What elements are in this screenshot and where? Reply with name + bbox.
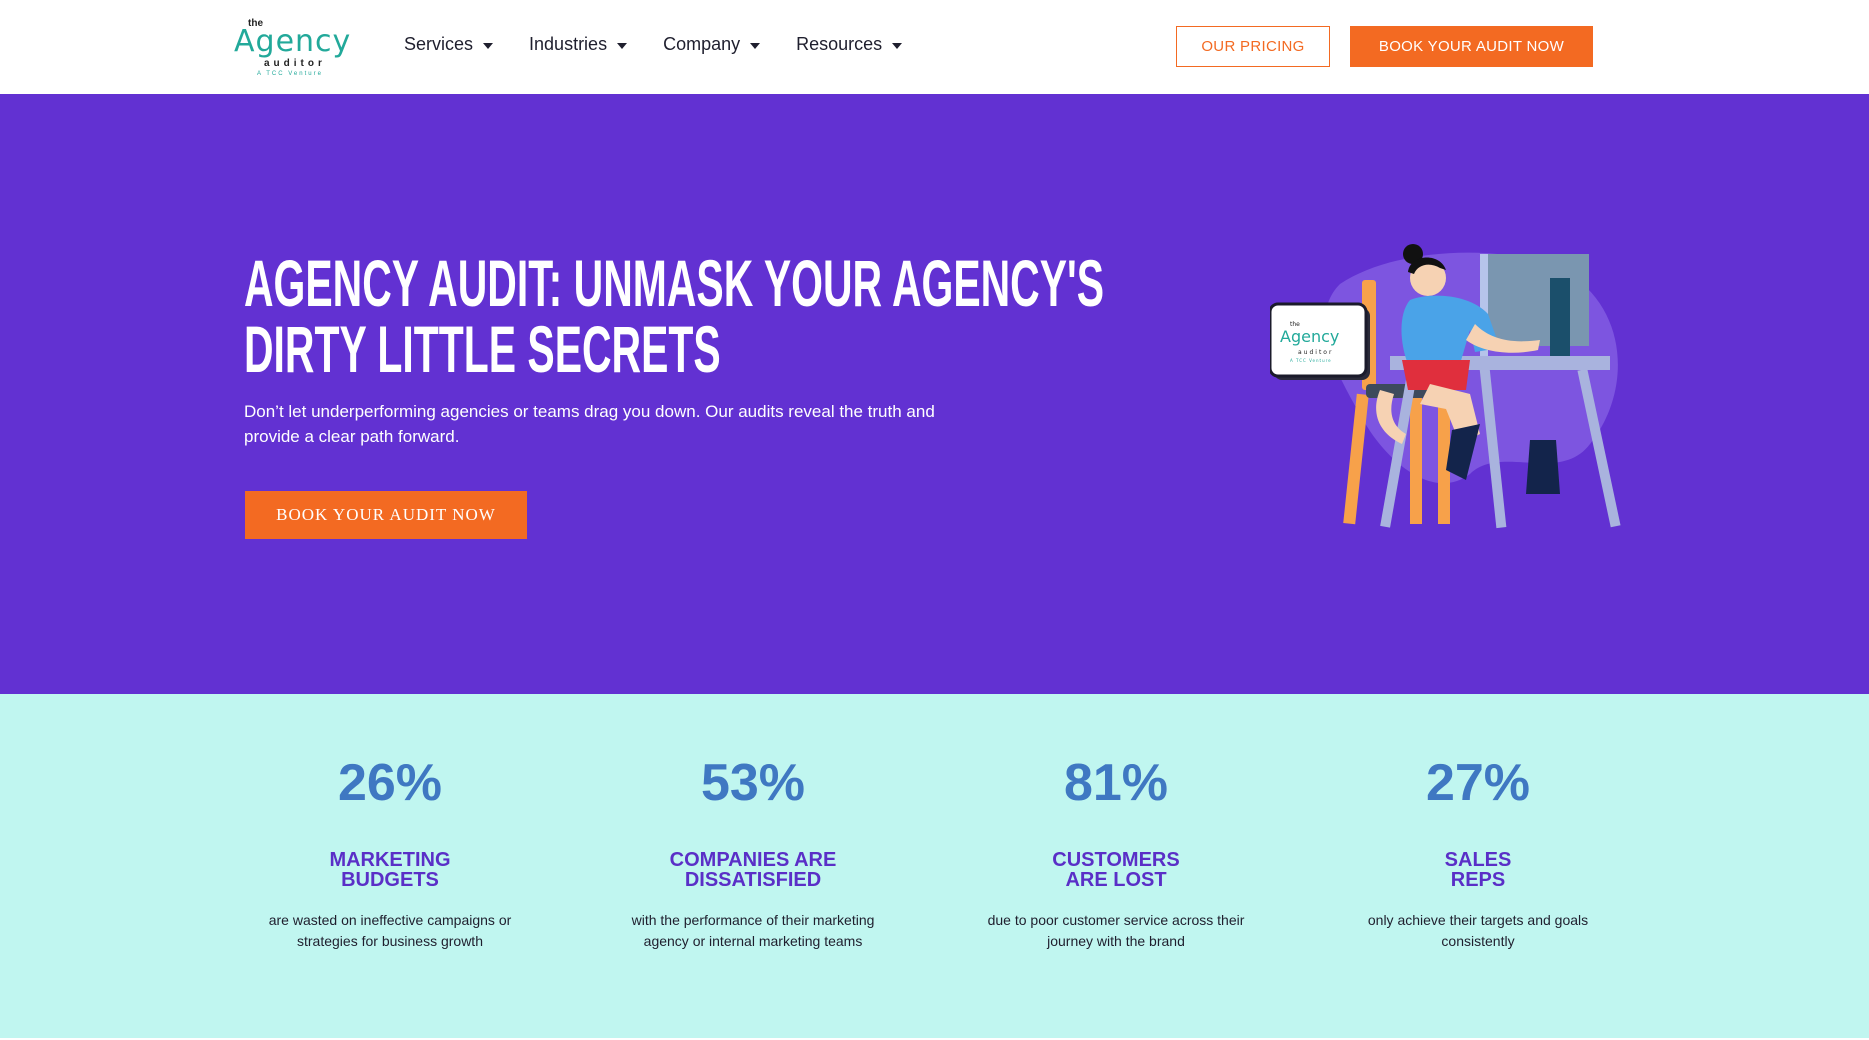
book-audit-header-button[interactable]: BOOK YOUR AUDIT NOW (1350, 26, 1593, 67)
stat-card: 53% COMPANIES ARE DISSATISFIED with the … (603, 754, 903, 952)
monitor (1485, 254, 1589, 346)
stat-description: with the performance of their marketing … (631, 912, 875, 949)
stat-title: COMPANIES ARE DISSATISFIED (669, 849, 837, 891)
nav-item-label: Industries (529, 34, 608, 54)
stat-title: CUSTOMERS ARE LOST (1052, 849, 1180, 891)
hero-title-line-2: DIRTY LITTLE SECRETS (244, 312, 721, 386)
main-nav: Services Industries Company Resources (404, 34, 903, 55)
stat-description: are wasted on ineffective campaigns or s… (268, 912, 512, 949)
caret-down-icon (750, 42, 761, 49)
laptop-logo-auditor: auditor (1298, 349, 1333, 356)
monitor-stand (1550, 278, 1570, 358)
caret-down-icon (892, 42, 903, 49)
laptop-logo-agency: Agency (1280, 327, 1339, 346)
our-pricing-button[interactable]: OUR PRICING (1176, 26, 1330, 67)
caret-down-icon (617, 42, 628, 49)
stat-title: SALES REPS (1444, 849, 1512, 891)
stat-description: due to poor customer service across thei… (987, 912, 1245, 949)
nav-item-label: Resources (796, 34, 883, 54)
stat-value: 81% (1063, 754, 1169, 812)
nav-item-company[interactable]: Company (663, 34, 761, 55)
logo-agency: Agency (234, 24, 352, 59)
book-audit-hero-button[interactable]: BOOK YOUR AUDIT NOW (245, 491, 527, 539)
caret-down-icon (483, 42, 494, 49)
stat-card: 26% MARKETING BUDGETS are wasted on inef… (240, 754, 540, 952)
hero-title-line-1: AGENCY AUDIT: UNMASK YOUR AGENCY'S (244, 246, 1105, 320)
stat-card: 27% SALES REPS only achieve their target… (1328, 754, 1628, 952)
hero-subtitle: Don’t let underperforming agencies or te… (244, 402, 935, 446)
stat-value: 53% (700, 754, 806, 812)
chair-leg-1 (1343, 393, 1369, 525)
hero-title: AGENCY AUDIT: UNMASK YOUR AGENCY'S DIRTY… (244, 246, 1105, 386)
woman-at-desk-illustration: the Agency auditor A TCC Venture (1270, 244, 1621, 529)
chair-leg-2 (1410, 394, 1422, 524)
stat-title: MARKETING BUDGETS (329, 849, 451, 891)
logo-auditor: auditor (264, 58, 326, 69)
stat-value: 26% (337, 754, 443, 812)
stats-section: 26% MARKETING BUDGETS are wasted on inef… (0, 694, 1869, 1038)
laptop-logo-venture: A TCC Venture (1290, 358, 1332, 363)
hero-section: AGENCY AUDIT: UNMASK YOUR AGENCY'S DIRTY… (0, 94, 1869, 694)
stat-description: only achieve their targets and goals con… (1367, 912, 1589, 949)
nav-item-label: Services (404, 34, 474, 54)
woman-boot-right (1526, 440, 1560, 494)
nav-item-services[interactable]: Services (404, 34, 494, 55)
stat-value: 27% (1425, 754, 1531, 812)
nav-item-resources[interactable]: Resources (796, 34, 903, 55)
logo-venture: A TCC Venture (257, 71, 323, 77)
site-header: the Agency auditor A TCC Venture Service… (0, 0, 1869, 94)
nav-item-label: Company (663, 34, 741, 54)
nav-item-industries[interactable]: Industries (529, 34, 628, 55)
site-logo[interactable]: the Agency auditor A TCC Venture (234, 18, 350, 77)
stat-card: 81% CUSTOMERS ARE LOST due to poor custo… (966, 754, 1266, 952)
